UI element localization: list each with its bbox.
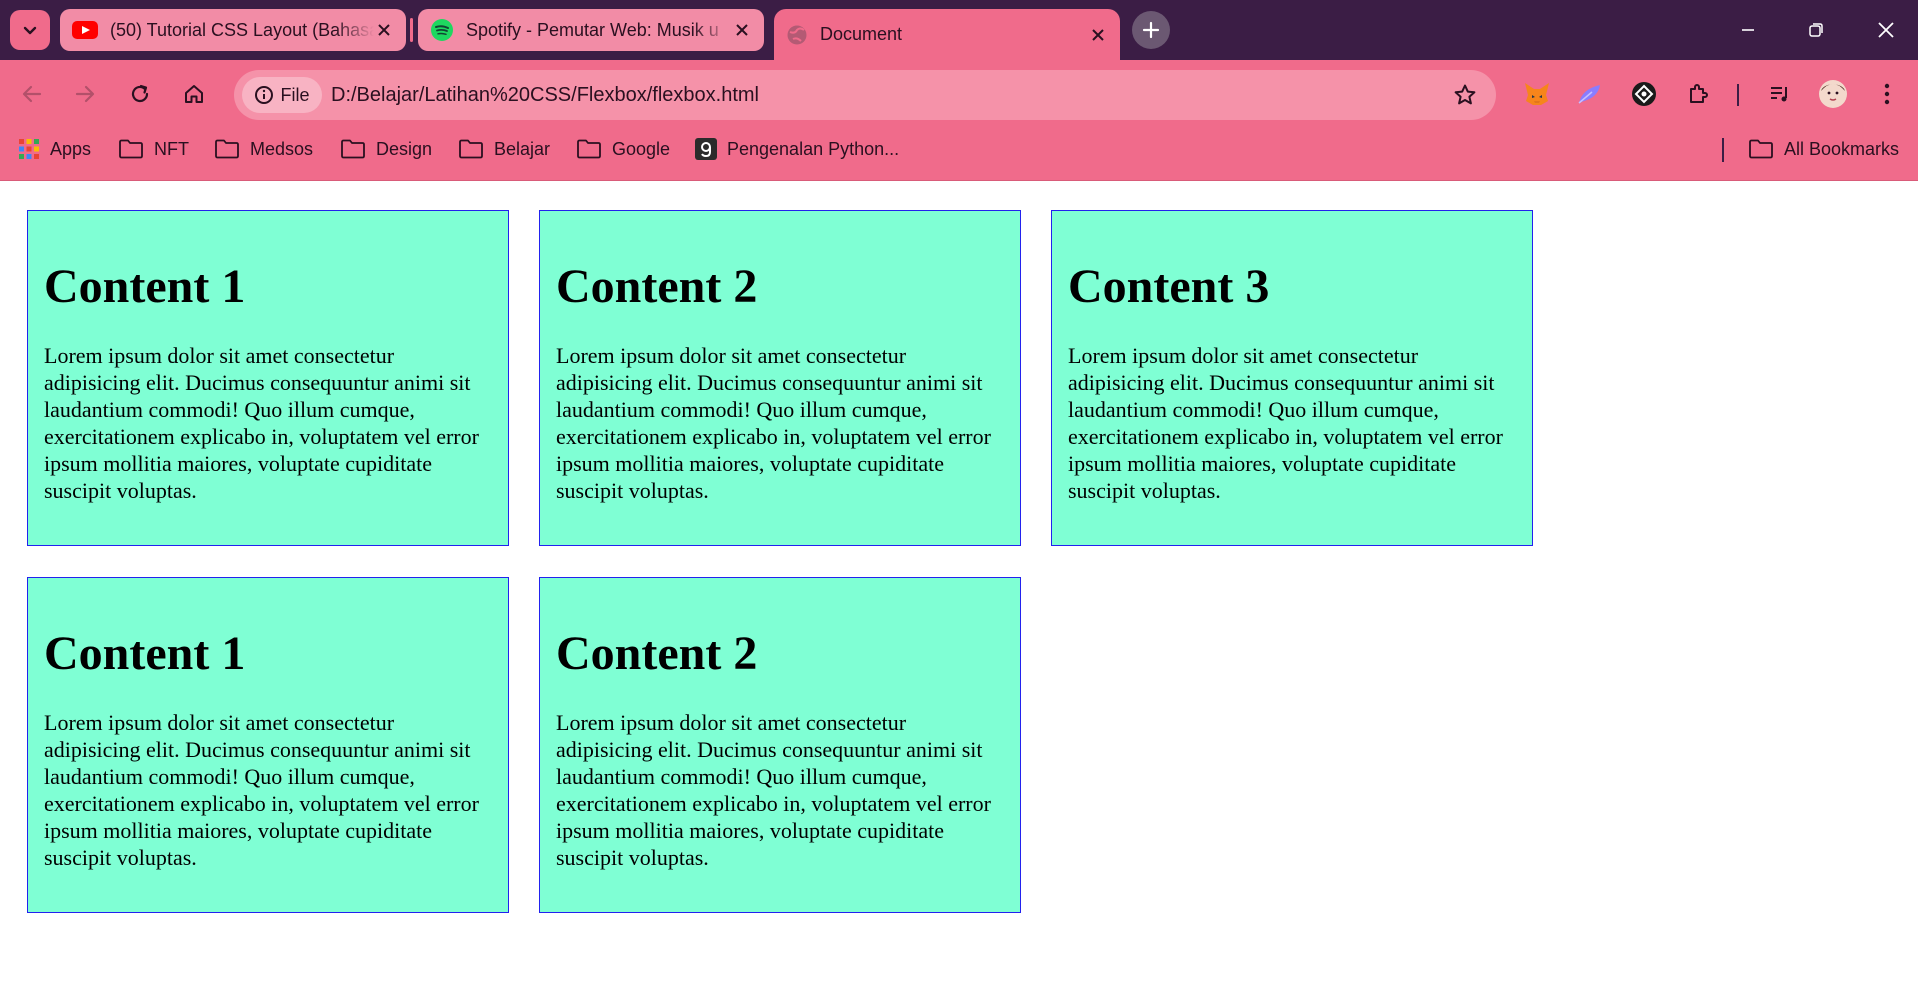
new-tab-button[interactable]: [1132, 11, 1170, 49]
feather-icon: [1578, 85, 1600, 104]
card-heading: Content 2: [556, 627, 758, 680]
folder-icon: [341, 139, 365, 159]
close-icon: [1878, 22, 1894, 38]
bookmark-label: Pengenalan Python...: [727, 138, 900, 159]
card-heading: Content 3: [1068, 260, 1270, 313]
card-heading: Content 1: [44, 260, 246, 313]
card-text: Lorem ipsum dolor sit amet consectetur a…: [1068, 342, 1503, 503]
tab-title: Document: [820, 24, 903, 44]
scheme-label: File: [280, 84, 310, 105]
bookmark-label: Apps: [50, 138, 92, 159]
avatar: [1819, 80, 1847, 108]
content-card: Content 1 Lorem ipsum dolor sit amet con…: [27, 577, 509, 913]
tab-document[interactable]: Document: [774, 9, 1120, 60]
bookmark-folder-belajar[interactable]: Belajar: [458, 128, 550, 170]
card-heading: Content 2: [556, 260, 758, 313]
playlist-icon: [1771, 87, 1787, 102]
bookmark-apps[interactable]: Apps: [18, 128, 91, 170]
bookmark-folder-nft[interactable]: NFT: [118, 128, 189, 170]
spotify-icon: [431, 19, 453, 41]
content-card: Content 2 Lorem ipsum dolor sit amet con…: [539, 577, 1021, 913]
url-text[interactable]: D:/Belajar/Latihan%20CSS/Flexbox/flexbox…: [331, 70, 759, 120]
tab-search-button[interactable]: [10, 10, 50, 50]
bookmarks-divider: [1722, 138, 1724, 162]
close-icon[interactable]: [732, 20, 752, 40]
window-close-button[interactable]: [1862, 10, 1910, 50]
all-bookmarks-button[interactable]: All Bookmarks: [1748, 128, 1899, 170]
apps-grid-icon: [19, 139, 39, 159]
minimize-icon: [1742, 29, 1754, 31]
forward-button[interactable]: [67, 76, 103, 112]
folder-icon: [459, 139, 483, 159]
card-text: Lorem ipsum dolor sit amet consectetur a…: [44, 709, 479, 870]
info-icon: [255, 86, 274, 104]
arrow-right-icon: [75, 85, 95, 103]
plus-icon: [1142, 21, 1160, 39]
folder-icon: [577, 139, 601, 159]
close-icon[interactable]: [374, 20, 394, 40]
folder-icon: [119, 139, 143, 159]
bookmark-folder-medsos[interactable]: Medsos: [214, 128, 313, 170]
puzzle-icon: [1690, 84, 1708, 103]
card-heading: Content 1: [44, 627, 246, 680]
browser-menu-button[interactable]: [1869, 76, 1905, 112]
youtube-icon: [72, 21, 98, 39]
folder-icon: [1749, 139, 1773, 159]
reload-button[interactable]: [122, 76, 158, 112]
back-button[interactable]: [14, 76, 50, 112]
bookmark-label: Google: [612, 138, 671, 159]
tab-youtube[interactable]: (50) Tutorial CSS Layout (Bahasa: [60, 9, 406, 51]
restore-icon: [1809, 23, 1823, 37]
bookmarks-bar: Apps NFT Medsos Design Belajar Google Pe…: [0, 128, 1918, 181]
card-text: Lorem ipsum dolor sit amet consectetur a…: [44, 342, 479, 503]
metamask-extension-button[interactable]: [1519, 76, 1555, 112]
all-bookmarks-label: All Bookmarks: [1784, 138, 1900, 159]
globe-icon: [787, 25, 807, 44]
toolbar-divider: [1737, 84, 1739, 106]
bookmark-folder-design[interactable]: Design: [340, 128, 432, 170]
content-card: Content 3 Lorem ipsum dolor sit amet con…: [1051, 210, 1533, 546]
reload-icon: [131, 84, 149, 103]
home-button[interactable]: [176, 76, 212, 112]
site-info-chip[interactable]: File: [242, 77, 322, 113]
bookmark-star-button[interactable]: [1452, 82, 1478, 108]
content-card: Content 2 Lorem ipsum dolor sit amet con…: [539, 210, 1021, 546]
content-card: Content 1 Lorem ipsum dolor sit amet con…: [27, 210, 509, 546]
minimize-button[interactable]: [1724, 10, 1772, 50]
home-icon: [185, 85, 203, 103]
close-icon[interactable]: [1088, 25, 1108, 45]
feather-extension-button[interactable]: [1572, 76, 1608, 112]
diamond-extension-button[interactable]: [1626, 76, 1662, 112]
tab-title: (50) Tutorial CSS Layout (Bahasa: [110, 19, 374, 40]
bookmark-folder-google[interactable]: Google: [576, 128, 670, 170]
card-text: Lorem ipsum dolor sit amet consectetur a…: [556, 709, 991, 870]
media-control-button[interactable]: [1762, 76, 1798, 112]
diamond-icon: [1632, 82, 1656, 106]
folder-icon: [215, 139, 239, 159]
arrow-left-icon: [22, 85, 42, 103]
tab-spotify[interactable]: Spotify - Pemutar Web: Musik u: [418, 9, 764, 51]
bookmark-pengenalan-python[interactable]: Pengenalan Python...: [695, 128, 899, 170]
site-icon: [695, 138, 717, 160]
chevron-down-icon: [23, 26, 37, 35]
extensions-button[interactable]: [1680, 76, 1716, 112]
browser-toolbar: File D:/Belajar/Latihan%20CSS/Flexbox/fl…: [0, 60, 1918, 128]
address-bar[interactable]: File D:/Belajar/Latihan%20CSS/Flexbox/fl…: [234, 70, 1496, 120]
card-text: Lorem ipsum dolor sit amet consectetur a…: [556, 342, 991, 503]
tab-separator: [410, 18, 413, 42]
bookmark-label: Design: [376, 138, 433, 159]
restore-button[interactable]: [1792, 10, 1840, 50]
fox-icon: [1525, 83, 1549, 105]
bookmark-label: NFT: [154, 138, 189, 159]
profile-avatar-button[interactable]: [1815, 76, 1851, 112]
tab-strip: (50) Tutorial CSS Layout (Bahasa Spotify…: [0, 0, 1918, 60]
tab-title: Spotify - Pemutar Web: Musik u: [466, 19, 719, 40]
more-vertical-icon: [1884, 83, 1890, 105]
bookmark-label: Belajar: [494, 138, 551, 159]
star-icon: [1454, 84, 1476, 105]
bookmark-label: Medsos: [250, 138, 314, 159]
page-viewport: Content 1 Lorem ipsum dolor sit amet con…: [0, 181, 1918, 1003]
